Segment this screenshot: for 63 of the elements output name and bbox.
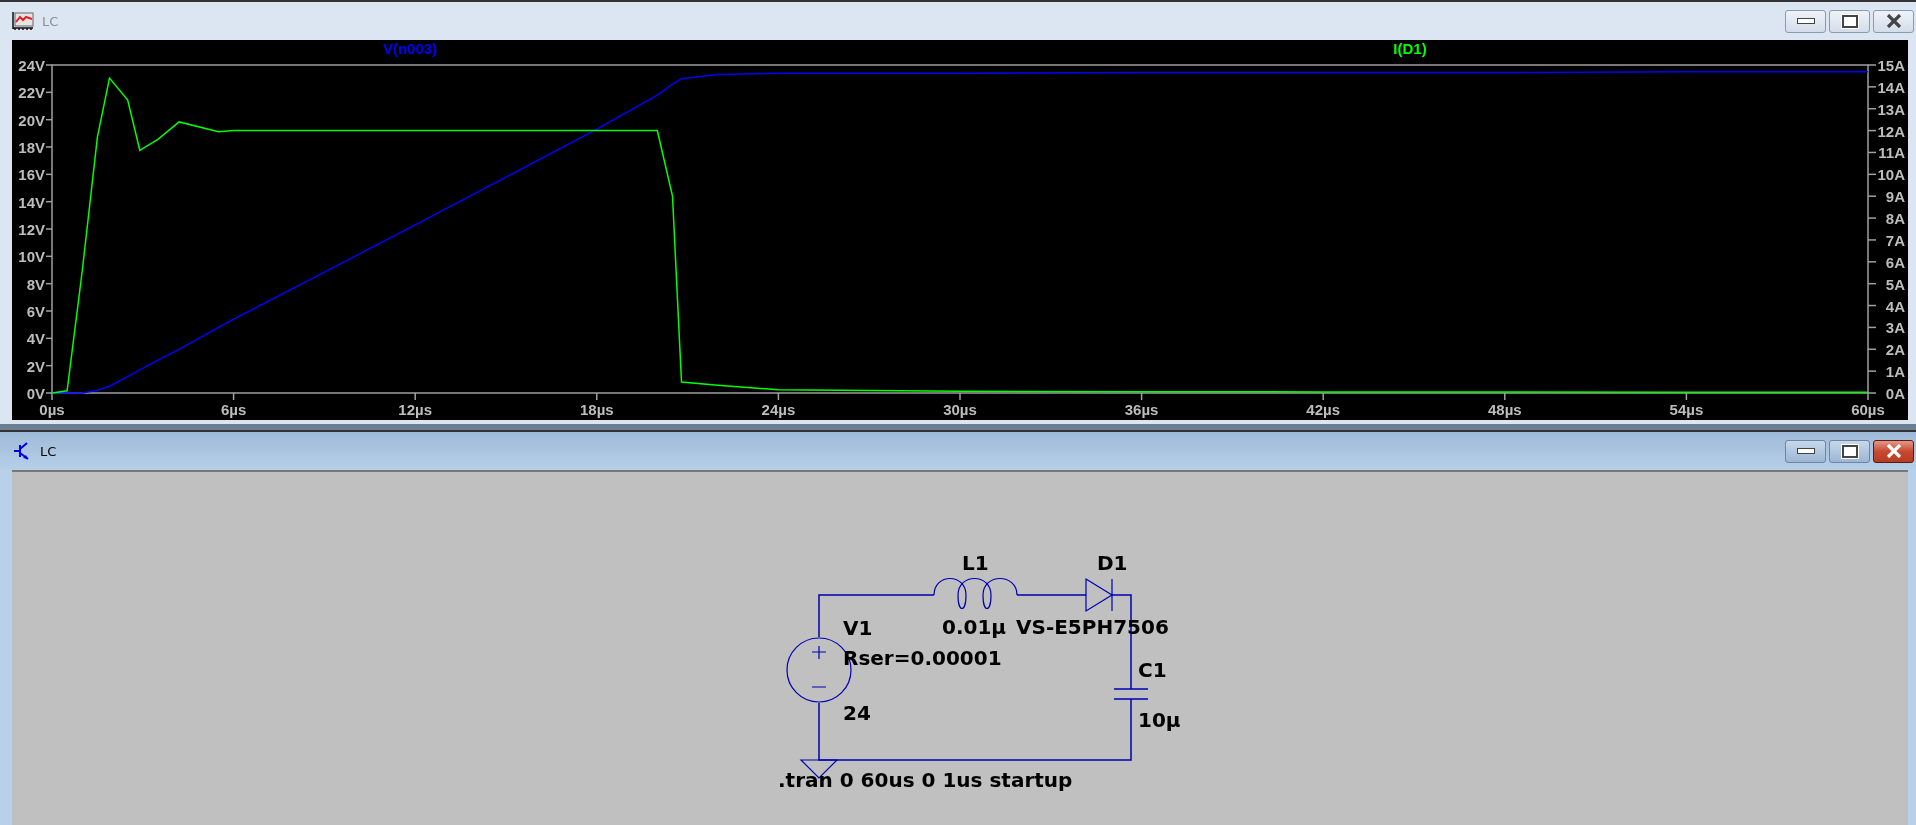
maximize-button[interactable] xyxy=(1829,9,1870,33)
y-tick-label: 3A xyxy=(1885,319,1905,337)
x-tick-label: 18µs xyxy=(579,401,614,418)
y-tick-label: 6A xyxy=(1885,253,1905,271)
y-tick-label: 15A xyxy=(1877,57,1905,74)
maximize-button[interactable] xyxy=(1829,439,1870,463)
component-value[interactable]: 0.01µ xyxy=(942,615,1007,639)
y-tick-label: 11A xyxy=(1878,144,1905,162)
y-tick-label: 7A xyxy=(1885,231,1905,249)
y-tick-label: 10A xyxy=(1877,166,1905,184)
y-tick-label: 18V xyxy=(18,139,45,156)
y-tick-label: 10V xyxy=(18,248,45,266)
minimize-button[interactable] xyxy=(1785,439,1826,463)
y-tick-label: 2A xyxy=(1885,341,1905,359)
component-value[interactable]: 10µ xyxy=(1138,708,1181,732)
y-tick-label: 14A xyxy=(1877,78,1905,96)
close-button[interactable] xyxy=(1873,439,1914,463)
x-tick-label: 60µs xyxy=(1851,401,1885,418)
x-tick-label: 6µs xyxy=(220,401,247,418)
y-tick-label: 16V xyxy=(18,166,45,184)
y-tick-label: 14V xyxy=(18,193,45,211)
y-tick-label: 4A xyxy=(1885,297,1905,315)
component-value[interactable]: 24 xyxy=(843,701,871,725)
capacitor-symbol[interactable] xyxy=(1113,688,1149,700)
y-tick-label: 24V xyxy=(18,57,45,74)
component-label[interactable]: V1 xyxy=(843,616,873,640)
waveform-icon xyxy=(12,11,34,31)
x-tick-label: 12µs xyxy=(398,401,433,418)
x-tick-label: 48µs xyxy=(1487,401,1522,418)
component-label[interactable]: L1 xyxy=(962,551,989,575)
y-tick-label: 6V xyxy=(26,303,45,320)
x-tick-label: 42µs xyxy=(1306,401,1341,418)
inductor-symbol[interactable] xyxy=(933,577,1018,610)
x-tick-label: 36µs xyxy=(1124,401,1159,418)
close-icon xyxy=(1885,444,1902,458)
minimize-button[interactable] xyxy=(1785,9,1826,33)
y-tick-label: 22V xyxy=(18,84,45,102)
spice-directive[interactable]: .tran 0 60us 0 1us startup xyxy=(778,768,1073,792)
close-icon xyxy=(1885,14,1902,28)
y-tick-label: 12A xyxy=(1877,122,1905,140)
y-tick-label: 8V xyxy=(26,275,45,293)
y-tick-label: 4V xyxy=(26,330,45,348)
y-tick-label: 2V xyxy=(26,357,45,375)
diode-symbol[interactable] xyxy=(1085,578,1114,612)
y-tick-label: 20V xyxy=(18,111,45,129)
y-tick-label: 8A xyxy=(1885,210,1905,228)
x-tick-label: 0µs xyxy=(39,401,65,418)
x-tick-label: 24µs xyxy=(761,401,796,418)
window-title: LC xyxy=(42,13,59,29)
y-tick-label: 5A xyxy=(1885,275,1905,293)
y-tick-label: 13A xyxy=(1877,100,1905,118)
component-label[interactable]: C1 xyxy=(1138,658,1167,682)
trace-label[interactable]: I(D1) xyxy=(1393,40,1427,57)
y-tick-label: 0A xyxy=(1885,385,1905,402)
x-tick-label: 54µs xyxy=(1669,401,1704,418)
y-tick-label: 12V xyxy=(18,221,45,238)
y-tick-label: 9A xyxy=(1885,188,1905,206)
y-tick-label: 1A xyxy=(1885,363,1905,381)
y-tick-label: 0V xyxy=(26,385,45,402)
close-button[interactable] xyxy=(1873,9,1914,33)
x-tick-label: 30µs xyxy=(943,401,977,418)
component-label[interactable]: D1 xyxy=(1097,551,1128,575)
window-title: LC xyxy=(40,443,57,459)
